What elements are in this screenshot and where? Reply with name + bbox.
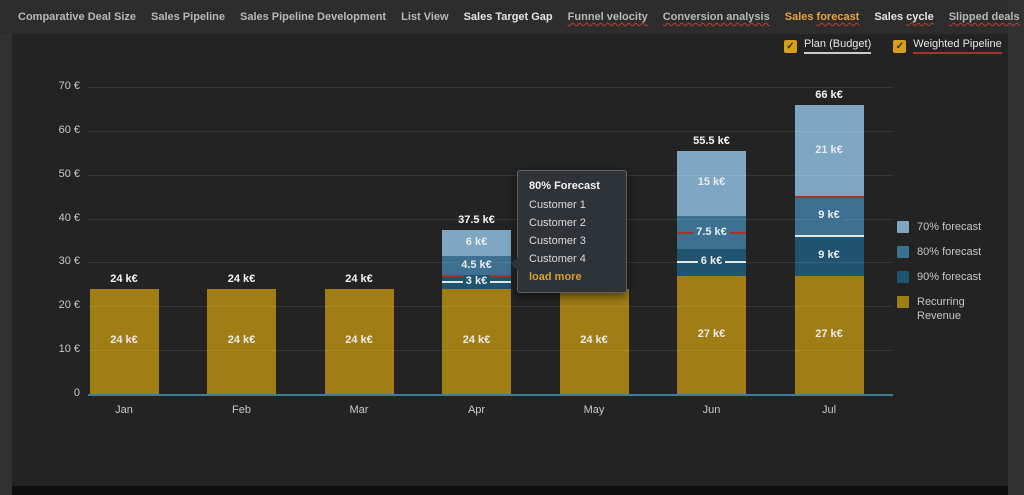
tab-label: Sales Pipeline Development	[239, 11, 387, 23]
x-axis-label-jul: Jul	[821, 404, 837, 416]
legend-label: 80% forecast	[917, 246, 982, 258]
tab-label-misspelled: Slipped deals	[948, 11, 1020, 23]
plan-budget-line-jul	[794, 235, 864, 238]
legend-swatch	[897, 296, 909, 308]
gridline-70	[88, 86, 893, 88]
bar-segment-value: 24 k€	[447, 334, 507, 347]
bar-segment-value: 3 k€	[447, 275, 507, 288]
checkbox-checked-icon[interactable]: ✓	[893, 39, 907, 53]
tab-label: List View	[401, 11, 449, 23]
bar-total-jun: 55.5 k€	[693, 134, 730, 147]
bar-segment-value: 15 k€	[682, 176, 742, 189]
bar-total-jul: 66 k€	[815, 88, 843, 101]
x-axis-label-jan: Jan	[115, 404, 133, 416]
tab-conversion-analysis[interactable]: Conversion analysis	[663, 11, 770, 23]
bar-segment-value: 6 k€	[447, 235, 507, 248]
tooltip-customer-item[interactable]: Customer 4	[529, 253, 615, 265]
y-axis-tick-30: 30 €	[58, 255, 80, 268]
forecast-tooltip: 80% Forecast Customer 1 Customer 2 Custome…	[511, 170, 627, 293]
bar-total-jan: 24 k€	[110, 272, 138, 285]
tab-label-misspelled: Conversion analysis	[662, 11, 770, 23]
bar-segment-value: 21 k€	[799, 143, 859, 156]
bar-total-mar: 24 k€	[345, 272, 373, 285]
tab-list-view[interactable]: List View	[401, 11, 448, 23]
report-page: Comparative Deal Size Sales Pipeline Sales…	[0, 0, 1024, 495]
sales-forecast-chart: 70 € 60 € 50 € 40 € 30 € 20 € 10 € 0 24 k€ 24 k€ J…	[0, 0, 1024, 495]
legend-swatch	[897, 246, 909, 258]
bar-segment-value: 9 k€	[799, 209, 859, 222]
legend-swatch	[897, 221, 909, 233]
gridline-20	[88, 306, 893, 308]
tab-funnel-velocity[interactable]: Funnel velocity	[568, 11, 648, 23]
tooltip-customer-item[interactable]: Customer 2	[529, 217, 615, 229]
bar-segment-value: 9 k€	[799, 248, 859, 261]
checkbox-checked-icon[interactable]: ✓	[784, 39, 797, 53]
bar-segment-value: 7.5 k€	[682, 225, 742, 238]
y-axis-tick-20: 20 €	[58, 299, 80, 312]
tab-label-misspelled: cycle	[906, 11, 934, 23]
x-axis-label-may: May	[583, 404, 605, 416]
tab-bar: Comparative Deal Size Sales Pipeline Sales…	[0, 0, 1020, 34]
tab-label-misspelled: Funnel velocity	[567, 11, 648, 23]
bar-segment-value: 27 k€	[799, 327, 859, 340]
tab-sales-pipeline-development[interactable]: Sales Pipeline Development	[240, 11, 386, 23]
tab-label: Sales	[784, 11, 817, 23]
tab-slipped-deals[interactable]: Slipped deals	[949, 11, 1020, 23]
bar-segment-value: 27 k€	[682, 327, 742, 340]
toggle-label: Weighted Pipeline	[913, 38, 1002, 54]
x-axis-label-apr: Apr	[467, 404, 486, 416]
bar-segment-value: 24 k€	[94, 334, 154, 347]
tab-label: Sales Pipeline	[151, 11, 225, 23]
tooltip-title: 80% Forecast	[529, 180, 600, 192]
tooltip-customer-item[interactable]: Customer 3	[529, 235, 615, 247]
y-axis-tick-60: 60 €	[58, 123, 80, 136]
x-axis-line	[88, 394, 893, 396]
legend-label: Recurring Revenue	[917, 296, 965, 322]
gridline-60	[88, 130, 893, 132]
y-axis-tick-40: 40 €	[58, 211, 80, 224]
tooltip-items: Customer 1 Customer 2 Customer 3 Customer 4	[529, 199, 615, 265]
gridline-50	[88, 174, 893, 176]
legend-label: 70% forecast	[917, 221, 982, 233]
legend-label: 90% forecast	[917, 271, 982, 283]
y-axis-tick-10: 10 €	[58, 343, 80, 356]
tooltip-load-more-link[interactable]: load more	[529, 271, 615, 283]
legend-item-70-forecast[interactable]: 70% forecast	[897, 220, 993, 234]
tab-label: Sales	[874, 11, 907, 23]
tab-sales-target-gap[interactable]: Sales Target Gap	[464, 11, 553, 23]
bar-segment-value: 24 k€	[329, 334, 389, 347]
tab-comparative-deal-size[interactable]: Comparative Deal Size	[18, 11, 136, 23]
toggle-label: Plan (Budget)	[804, 38, 872, 54]
legend-item-90-forecast[interactable]: 90% forecast	[897, 270, 993, 284]
gridline-10	[88, 350, 893, 352]
toggle-plan-budget-[interactable]: ✓ Plan (Budget)	[784, 38, 872, 54]
tab-label: Comparative Deal Size	[18, 11, 136, 23]
series-toggles: ✓ Plan (Budget) ✓ Weighted Pipeline	[784, 38, 1002, 54]
tab-label: Sales Target Gap	[463, 11, 553, 23]
y-axis-tick-0: 0	[73, 387, 80, 399]
chart-legend: 70% forecast 80% forecast 90% forecast Recu…	[897, 220, 993, 334]
bar-segment-value: 24 k€	[564, 334, 624, 347]
tab-sales-forecast[interactable]: Sales forecast	[785, 11, 860, 23]
legend-swatch	[897, 271, 909, 283]
x-axis-label-feb: Feb	[232, 404, 251, 416]
tooltip-arrow	[511, 257, 518, 271]
x-axis-label-mar: Mar	[349, 404, 369, 416]
tab-sales-cycle[interactable]: Sales cycle	[874, 11, 933, 23]
bar-segment-value: 4.5 k€	[447, 258, 507, 271]
bar-total-apr: 37.5 k€	[458, 213, 495, 226]
toggle-weighted-pipeline[interactable]: ✓ Weighted Pipeline	[893, 38, 1002, 54]
bar-segment-value: 6 k€	[682, 255, 742, 268]
tooltip-customer-item[interactable]: Customer 1	[529, 199, 615, 211]
weighted-pipeline-line-jul	[794, 195, 864, 198]
bar-segment-value: 24 k€	[212, 334, 272, 347]
legend-item-80-forecast[interactable]: 80% forecast	[897, 245, 993, 259]
y-axis-tick-70: 70 €	[58, 79, 80, 92]
y-axis-tick-50: 50 €	[58, 167, 80, 180]
tab-sales-pipeline[interactable]: Sales Pipeline	[151, 11, 225, 23]
x-axis-label-jun: Jun	[702, 404, 721, 416]
legend-item-recurring-revenue[interactable]: Recurring Revenue	[897, 295, 993, 323]
bar-total-feb: 24 k€	[227, 272, 256, 285]
tab-label-misspelled: forecast	[816, 11, 860, 23]
